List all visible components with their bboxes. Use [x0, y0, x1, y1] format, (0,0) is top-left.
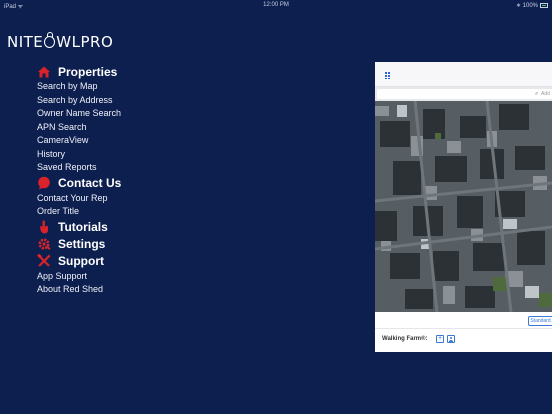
section-tutorials-label: Tutorials	[58, 220, 108, 234]
menu-item-app-support[interactable]: App Support	[37, 270, 237, 284]
chat-bubble-icon	[37, 176, 51, 190]
menu-item-history[interactable]: History	[37, 148, 237, 162]
app-preview-panel[interactable]: Add	[375, 62, 552, 352]
tools-icon	[37, 254, 51, 268]
status-time: 12:00 PM	[263, 2, 289, 8]
logo-text-prefix: NITE	[7, 33, 44, 51]
app-logo: NITE WLPRO	[7, 32, 114, 51]
menu-item-cameraview[interactable]: CameraView	[37, 134, 237, 148]
menu-item-search-by-address[interactable]: Search by Address	[37, 94, 237, 108]
preview-search-row: Add	[375, 87, 552, 101]
side-menu: Properties Search by Map Search by Addre…	[37, 63, 237, 297]
menu-item-owner-name-search[interactable]: Owner Name Search	[37, 107, 237, 121]
menu-item-saved-reports[interactable]: Saved Reports	[37, 161, 237, 175]
section-properties[interactable]: Properties	[37, 63, 237, 80]
section-contact-us[interactable]: Contact Us	[37, 175, 237, 192]
map-type-standard-button[interactable]: Standard	[528, 316, 552, 326]
menu-item-about-red-shed[interactable]: About Red Shed	[37, 283, 237, 297]
battery-icon	[540, 3, 548, 8]
preview-footer: Walking Farm®: +	[375, 328, 552, 352]
aerial-map-view[interactable]	[375, 101, 552, 312]
walking-farm-label: Walking Farm®:	[382, 336, 428, 342]
add-farm-icon[interactable]: +	[436, 335, 444, 343]
menu-item-contact-your-rep[interactable]: Contact Your Rep	[37, 192, 237, 206]
section-tutorials[interactable]: Tutorials	[37, 219, 237, 236]
section-contact-us-label: Contact Us	[58, 176, 122, 190]
owl-icon	[44, 32, 56, 48]
section-support[interactable]: Support	[37, 253, 237, 270]
status-bar: iPad ᯤ 12:00 PM ∗ 100%	[0, 0, 552, 12]
grid-menu-icon[interactable]	[385, 72, 393, 79]
gear-icon	[37, 237, 51, 251]
section-properties-label: Properties	[58, 64, 118, 79]
logo-text-suffix: WLPRO	[56, 33, 114, 51]
section-settings-label: Settings	[58, 237, 106, 251]
section-support-label: Support	[58, 254, 104, 268]
menu-item-order-title[interactable]: Order Title	[37, 205, 237, 219]
status-right: ∗ 100%	[515, 3, 538, 9]
section-settings[interactable]: Settings	[37, 236, 237, 253]
house-icon	[37, 65, 51, 79]
address-search-input[interactable]: Add	[377, 89, 552, 99]
menu-item-apn-search[interactable]: APN Search	[37, 121, 237, 135]
menu-item-search-by-map[interactable]: Search by Map	[37, 80, 237, 94]
pointing-hand-icon	[37, 220, 51, 234]
preview-toolbar	[375, 62, 552, 87]
farm-user-icon[interactable]	[447, 335, 455, 343]
